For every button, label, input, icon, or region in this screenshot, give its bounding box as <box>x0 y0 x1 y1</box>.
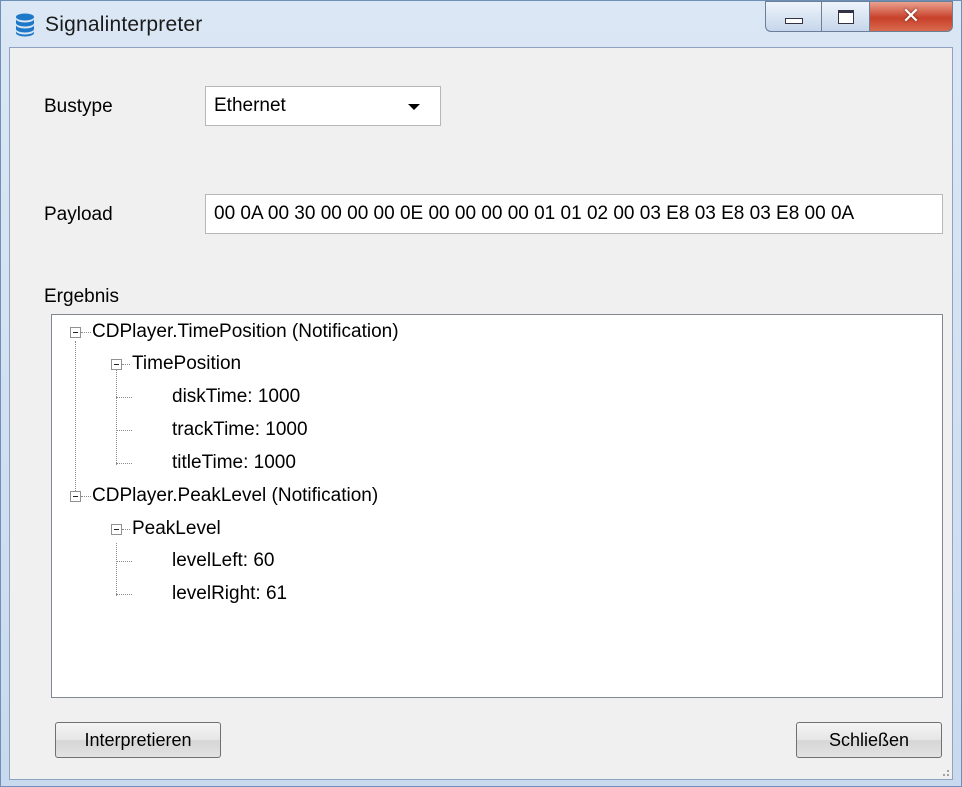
tree-node-peaklevel-notification[interactable]: CDPlayer.PeakLevel (Notification) <box>92 485 378 507</box>
close-window-button[interactable]: ✕ <box>869 1 953 32</box>
collapse-toggle-icon[interactable] <box>111 359 122 370</box>
tree-node-tracktime[interactable]: trackTime: 1000 <box>172 419 308 441</box>
collapse-toggle-icon[interactable] <box>70 327 81 338</box>
tree-node-timeposition-notification[interactable]: CDPlayer.TimePosition (Notification) <box>92 321 399 343</box>
tree-connector <box>81 332 91 333</box>
tree-connector <box>122 529 130 530</box>
maximize-icon <box>837 9 854 24</box>
tree-connector <box>116 561 132 562</box>
tree-node-peaklevel[interactable]: PeakLevel <box>132 518 221 540</box>
result-tree[interactable]: CDPlayer.TimePosition (Notification) Tim… <box>51 314 943 698</box>
collapse-toggle-icon[interactable] <box>70 491 81 502</box>
bustype-select[interactable]: Ethernet <box>205 86 441 126</box>
bustype-label: Bustype <box>44 96 113 117</box>
tree-connector <box>116 463 132 464</box>
collapse-toggle-icon[interactable] <box>111 524 122 535</box>
tree-connector <box>116 594 132 595</box>
tree-connector <box>116 397 132 398</box>
database-icon <box>16 13 34 37</box>
tree-node-levelleft[interactable]: levelLeft: 60 <box>172 550 274 572</box>
chevron-down-icon <box>408 104 420 110</box>
tree-connector <box>75 341 76 491</box>
window-title: Signalinterpreter <box>45 13 203 36</box>
minimize-icon <box>784 17 803 24</box>
tree-node-timeposition[interactable]: TimePosition <box>132 353 241 375</box>
tree-connector <box>116 543 117 596</box>
tree-node-levelright[interactable]: levelRight: 61 <box>172 583 287 605</box>
dialog-client-area: Bustype Ethernet Payload 00 0A 00 30 00 … <box>9 47 953 780</box>
interpret-button[interactable]: Interpretieren <box>55 722 221 758</box>
minimize-button[interactable] <box>765 1 821 32</box>
bustype-selected-value: Ethernet <box>214 95 286 116</box>
tree-node-titletime[interactable]: titleTime: 1000 <box>172 452 296 474</box>
tree-connector <box>116 370 117 465</box>
close-button[interactable]: Schließen <box>796 722 942 758</box>
payload-label: Payload <box>44 204 113 225</box>
payload-input-value: 00 0A 00 30 00 00 00 0E 00 00 00 00 01 0… <box>214 203 855 224</box>
tree-connector <box>116 430 132 431</box>
resize-grip-icon[interactable] <box>938 765 950 777</box>
title-bar[interactable]: Signalinterpreter ✕ <box>1 1 961 47</box>
close-icon: ✕ <box>901 3 921 29</box>
tree-connector <box>122 364 130 365</box>
payload-input[interactable]: 00 0A 00 30 00 00 00 0E 00 00 00 00 01 0… <box>205 194 943 234</box>
result-label: Ergebnis <box>44 286 119 307</box>
maximize-button[interactable] <box>821 1 869 32</box>
tree-connector <box>81 496 91 497</box>
window-controls: ✕ <box>765 1 953 35</box>
app-window: Signalinterpreter ✕ Bustype Ethernet Pay… <box>0 0 962 787</box>
tree-node-disktime[interactable]: diskTime: 1000 <box>172 386 300 408</box>
